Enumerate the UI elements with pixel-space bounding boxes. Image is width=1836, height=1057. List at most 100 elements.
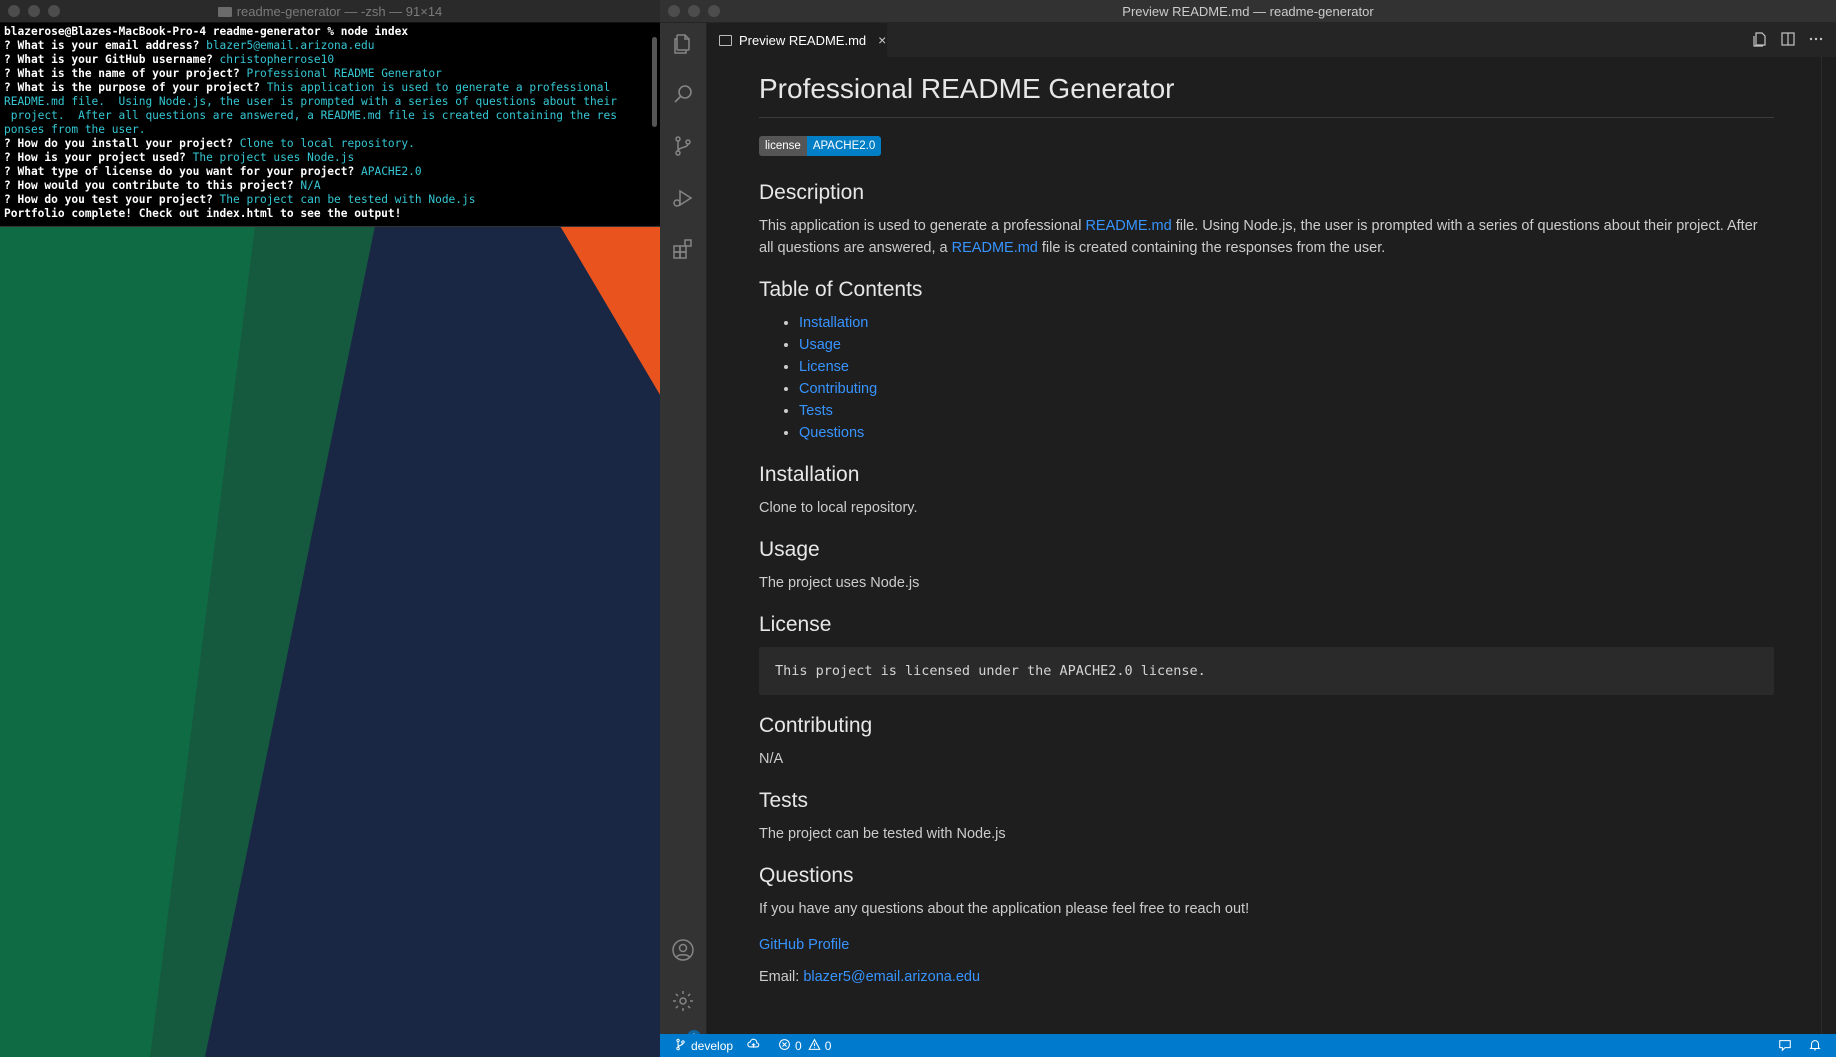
readme-content: Professional README Generator license AP…	[759, 69, 1774, 998]
close-tab-button[interactable]: ×	[878, 32, 886, 48]
license-code-block: This project is licensed under the APACH…	[759, 647, 1774, 695]
readme-link[interactable]: README.md	[1085, 218, 1171, 234]
terminal-answer: christopherrose10	[219, 53, 335, 66]
terminal-answer: The project uses Node.js	[192, 151, 355, 164]
folder-icon	[217, 7, 232, 17]
email-paragraph: Email: blazer5@email.arizona.edu	[759, 966, 1774, 988]
installation-text: Clone to local repository.	[759, 500, 918, 516]
email-label: Email:	[759, 969, 804, 985]
maximize-window-button[interactable]	[48, 5, 60, 17]
description-text-1: This application is used to generate a p…	[759, 218, 1086, 234]
terminal-prompt: ? How do you test your project?	[4, 193, 220, 206]
description-text: This application is used to generate a p…	[759, 215, 1774, 259]
sync-indicator[interactable]	[747, 1038, 764, 1054]
github-profile-link[interactable]: GitHub Profile	[759, 937, 849, 953]
toc-heading: Table of Contents	[759, 278, 923, 301]
terminal-answer: N/A	[300, 179, 321, 192]
description-text-3: file is created containing the responses…	[1037, 240, 1386, 256]
terminal-answer: This application is used to generate a p…	[266, 81, 611, 94]
terminal-prompt: ? How do you install your project?	[4, 137, 240, 150]
license-badge[interactable]: license APACHE2.0	[759, 136, 882, 156]
usage-heading: Usage	[759, 538, 820, 561]
terminal-answer: APACHE2.0	[360, 165, 422, 178]
email-link[interactable]: blazer5@email.arizona.edu	[803, 969, 980, 985]
questions-heading: Questions	[759, 864, 854, 887]
terminal-title: readme-generator — -zsh — 91×14	[236, 3, 443, 19]
license-heading: License	[759, 613, 832, 636]
terminal-scroll-thumb[interactable]	[652, 37, 657, 127]
terminal-answer: Professional README Generator	[246, 67, 442, 80]
terminal-prompt: ? How is your project used?	[4, 151, 193, 164]
terminal-output[interactable]: blazerose@Blazes-MacBook-Pro-4 readme-ge…	[0, 23, 660, 225]
terminal-answer: blazer5@email.arizona.edu	[206, 39, 375, 52]
toc-item: Contributing	[799, 378, 1774, 400]
toc-link-usage[interactable]: Usage	[799, 337, 841, 353]
activity-bar: 1	[660, 23, 707, 1044]
close-window-button[interactable]	[668, 5, 680, 17]
vscode-titlebar: Preview README.md — readme-generator	[660, 0, 1836, 23]
terminal-prompt: ? What type of license do you want for y…	[4, 165, 361, 178]
toc-link-installation[interactable]: Installation	[799, 315, 868, 331]
error-icon	[778, 1038, 795, 1054]
more-actions-icon[interactable]	[1808, 31, 1824, 50]
terminal-titlebar: readme-generator — -zsh — 91×14	[0, 0, 660, 23]
open-source-icon[interactable]	[1752, 31, 1768, 50]
explorer-icon[interactable]	[671, 32, 695, 56]
window-controls	[8, 5, 60, 17]
terminal-text: Portfolio complete! Check out index.html…	[4, 207, 402, 220]
terminal-answer: Clone to local repository.	[239, 137, 415, 150]
toc-link-tests[interactable]: Tests	[799, 403, 833, 419]
status-right	[1778, 1038, 1822, 1055]
description-heading: Description	[759, 181, 865, 204]
window-title: Preview README.md — readme-generator	[1122, 3, 1374, 19]
split-editor-icon[interactable]	[1780, 31, 1796, 50]
editor-scrollbar[interactable]	[1821, 57, 1836, 1034]
terminal-scrollbar[interactable]	[650, 23, 660, 223]
terminal-prompt: ? How would you contribute to this proje…	[4, 179, 301, 192]
readme-title: Professional README Generator	[759, 69, 1774, 118]
usage-text: The project uses Node.js	[759, 575, 920, 591]
editor-actions	[1752, 31, 1824, 50]
github-paragraph: GitHub Profile	[759, 934, 1774, 956]
vscode-window: Preview README.md — readme-generator 1 P…	[660, 0, 1836, 1057]
readme-link[interactable]: README.md	[952, 240, 1038, 256]
minimize-window-button[interactable]	[688, 5, 700, 17]
maximize-window-button[interactable]	[708, 5, 720, 17]
feedback-icon[interactable]	[1778, 1038, 1792, 1055]
editor-tab-bar: Preview README.md ×	[707, 23, 1836, 57]
toc-link-questions[interactable]: Questions	[799, 425, 864, 441]
status-bar: develop 0 0	[660, 1034, 1836, 1057]
terminal-prompt: ? What is the name of your project?	[4, 67, 247, 80]
account-icon[interactable]	[671, 938, 695, 962]
settings-gear-icon[interactable]	[671, 989, 695, 1013]
problems-indicator[interactable]: 0 0	[778, 1038, 831, 1054]
license-badge-label: license	[759, 136, 807, 156]
error-count: 0	[795, 1038, 802, 1053]
terminal-prompt: ? What is your GitHub username?	[4, 53, 220, 66]
terminal-answer: project. After all questions are answere…	[4, 109, 617, 122]
search-icon[interactable]	[671, 82, 695, 106]
markdown-preview[interactable]: Professional README Generator license AP…	[707, 57, 1836, 1034]
extensions-icon[interactable]	[671, 237, 695, 261]
terminal-answer: ponses from the user.	[4, 123, 146, 136]
terminal-answer: The project can be tested with Node.js	[219, 193, 476, 206]
toc-item: License	[799, 356, 1774, 378]
minimize-window-button[interactable]	[28, 5, 40, 17]
terminal-window: readme-generator — -zsh — 91×14 blazeros…	[0, 0, 660, 227]
notifications-bell-icon[interactable]	[1808, 1038, 1822, 1055]
questions-text: If you have any questions about the appl…	[759, 901, 1250, 917]
tab-preview-readme[interactable]: Preview README.md ×	[707, 23, 887, 57]
branch-indicator[interactable]: develop	[674, 1038, 733, 1054]
branch-icon	[674, 1038, 691, 1054]
warning-count: 0	[824, 1038, 832, 1053]
tab-label: Preview README.md	[739, 32, 867, 48]
run-debug-icon[interactable]	[671, 186, 695, 210]
close-window-button[interactable]	[8, 5, 20, 17]
source-control-icon[interactable]	[671, 134, 695, 158]
contributing-heading: Contributing	[759, 714, 873, 737]
terminal-answer: README.md file. Using Node.js, the user …	[4, 95, 617, 108]
toc-link-license[interactable]: License	[799, 359, 849, 375]
toc-link-contributing[interactable]: Contributing	[799, 381, 877, 397]
cloud-upload-icon	[747, 1038, 764, 1054]
license-badge-value: APACHE2.0	[806, 136, 882, 156]
